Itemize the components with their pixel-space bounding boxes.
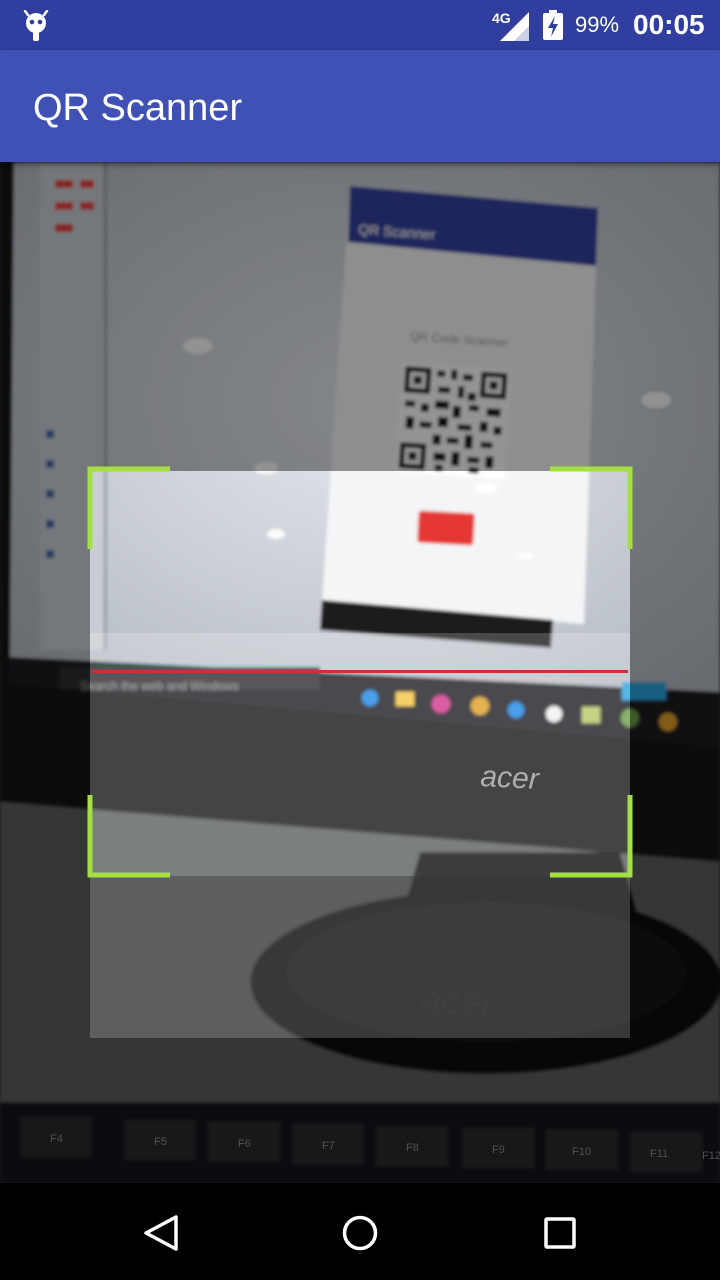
back-icon[interactable] <box>136 1209 184 1257</box>
scan-laser-line <box>92 670 628 673</box>
frame-corner-top-left <box>87 466 170 549</box>
navigation-bar <box>0 1183 720 1280</box>
signal-icon: 4G <box>492 10 529 41</box>
camera-preview[interactable]: Search the web and Windows QR Scanner QR… <box>0 162 720 1183</box>
frame-corner-top-right <box>550 466 633 549</box>
battery-percent: 99% <box>575 12 620 37</box>
svg-text:4G: 4G <box>492 10 511 26</box>
status-clock: 00:05 <box>633 9 705 40</box>
status-bar: 4G 99% 00:05 <box>0 0 720 50</box>
scan-frame-corners <box>87 466 633 878</box>
home-icon[interactable] <box>336 1209 384 1257</box>
app-title: QR Scanner <box>33 87 243 129</box>
app-toolbar: QR Scanner <box>0 50 720 162</box>
frame-corner-bottom-left <box>87 795 170 878</box>
recents-icon[interactable] <box>536 1209 584 1257</box>
android-bug-icon <box>23 10 49 41</box>
frame-corner-bottom-right <box>550 795 633 878</box>
battery-charging-icon <box>543 10 563 40</box>
